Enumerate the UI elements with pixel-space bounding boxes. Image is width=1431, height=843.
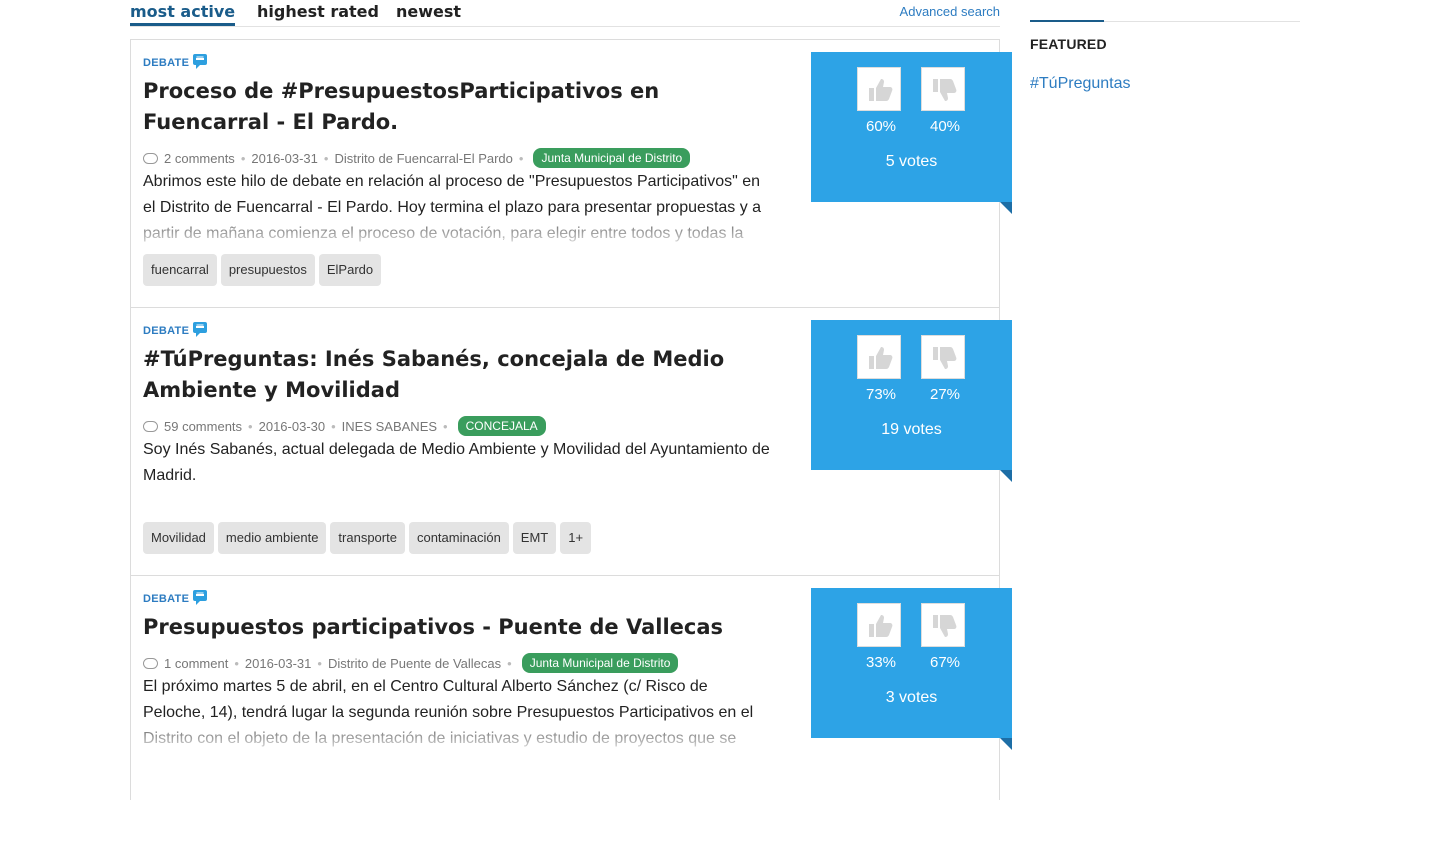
thumbs-up-icon [869, 79, 893, 101]
debate-meta: 1 comment • 2016-03-31 • Distrito de Pue… [143, 653, 679, 673]
order-tabs: most active highest rated newest Advance… [130, 0, 1000, 27]
featured-link[interactable]: #TúPreguntas [1030, 75, 1131, 93]
thumbs-down-icon [933, 615, 957, 637]
sidebar-accent [1030, 20, 1104, 22]
tab-most-active[interactable]: most active [130, 0, 236, 26]
tag[interactable]: medio ambiente [217, 522, 327, 554]
debate-item: DEBATE Presupuestos participativos - Pue… [131, 576, 1012, 843]
up-percentage: 33% [865, 654, 897, 671]
debate-title[interactable]: Proceso de #PresupuestosParticipativos e… [143, 76, 783, 138]
tag[interactable]: transporte [330, 522, 405, 554]
vote-box-fold [1000, 202, 1012, 214]
vote-up-button[interactable] [857, 67, 901, 111]
debate-date: 2016-03-31 [251, 150, 318, 166]
debate-date: 2016-03-30 [258, 418, 326, 434]
author-badge: CONCEJALA [457, 416, 546, 436]
tab-highest-rated[interactable]: highest rated [257, 0, 379, 24]
debate-meta: 59 comments • 2016-03-30 • INES SABANES … [143, 416, 546, 436]
tab-newest[interactable]: newest [396, 0, 461, 24]
debate-date: 2016-03-31 [244, 655, 312, 671]
debates-list: DEBATE Proceso de #PresupuestosParticipa… [130, 39, 1012, 800]
debate-icon [193, 322, 207, 337]
debate-author: INES SABANES [341, 418, 438, 434]
debate-type-label: DEBATE [143, 57, 190, 69]
down-percentage: 27% [929, 386, 961, 403]
featured-heading: FEATURED [1030, 36, 1107, 52]
thumbs-down-icon [933, 347, 957, 369]
comments-count[interactable]: 1 comment [164, 656, 228, 671]
tag[interactable]: fuencarral [143, 254, 217, 286]
thumbs-up-icon [869, 347, 893, 369]
votes-count: 5 votes [885, 153, 938, 170]
vote-box: 60% 40% 5 votes [811, 52, 1012, 202]
debate-author: Distrito de Fuencarral-El Pardo [334, 150, 513, 166]
down-percentage: 67% [929, 654, 961, 671]
advanced-search-link[interactable]: Advanced search [900, 4, 1000, 19]
debate-type-label: DEBATE [143, 593, 190, 605]
down-percentage: 40% [929, 118, 961, 135]
votes-count: 3 votes [885, 689, 938, 706]
debate-title[interactable]: Presupuestos participativos - Puente de … [143, 612, 783, 643]
debate-title[interactable]: #TúPreguntas: Inés Sabanés, concejala de… [143, 344, 783, 406]
debate-description: El próximo martes 5 de abril, en el Cent… [143, 674, 773, 752]
debate-description: Abrimos este hilo de debate en relación … [143, 169, 773, 247]
debate-meta: 2 comments • 2016-03-31 • Distrito de Fu… [143, 148, 691, 168]
author-badge: Junta Municipal de Distrito [533, 148, 691, 168]
up-percentage: 73% [865, 386, 897, 403]
vote-box-fold [1000, 470, 1012, 482]
tag[interactable]: EMT [512, 522, 557, 554]
more-tags[interactable]: 1+ [560, 522, 592, 554]
vote-box-fold [1000, 738, 1012, 750]
comments-icon [143, 420, 158, 432]
debate-description-text: Soy Inés Sabanés, actual delegada de Med… [143, 441, 770, 484]
thumbs-up-icon [869, 615, 893, 637]
debate-icon [193, 590, 207, 605]
comments-icon [143, 657, 158, 669]
debate-type-label: DEBATE [143, 325, 190, 337]
debate-tags: Movilidad medio ambiente transporte cont… [143, 522, 592, 554]
thumbs-down-icon [933, 79, 957, 101]
vote-box: 33% 67% 3 votes [811, 588, 1012, 738]
tag[interactable]: contaminación [408, 522, 509, 554]
debate-icon [193, 54, 207, 69]
up-percentage: 60% [865, 118, 897, 135]
debate-tags: fuencarral presupuestos ElPardo [143, 254, 382, 286]
vote-up-button[interactable] [857, 603, 901, 647]
comments-icon [143, 152, 158, 164]
comments-count[interactable]: 2 comments [164, 151, 235, 166]
vote-down-button[interactable] [921, 603, 965, 647]
vote-box: 73% 27% 19 votes [811, 320, 1012, 470]
vote-down-button[interactable] [921, 335, 965, 379]
votes-count: 19 votes [881, 421, 942, 438]
vote-up-button[interactable] [857, 335, 901, 379]
tag[interactable]: Movilidad [143, 522, 214, 554]
debate-author: Distrito de Puente de Vallecas [327, 655, 502, 671]
author-badge: Junta Municipal de Distrito [521, 653, 679, 673]
tag[interactable]: presupuestos [220, 254, 315, 286]
comments-count[interactable]: 59 comments [164, 419, 242, 434]
tag[interactable]: ElPardo [318, 254, 382, 286]
debate-description: Soy Inés Sabanés, actual delegada de Med… [143, 437, 773, 489]
debate-item: DEBATE #TúPreguntas: Inés Sabanés, conce… [131, 308, 1012, 576]
debate-item: DEBATE Proceso de #PresupuestosParticipa… [131, 40, 1012, 308]
vote-down-button[interactable] [921, 67, 965, 111]
